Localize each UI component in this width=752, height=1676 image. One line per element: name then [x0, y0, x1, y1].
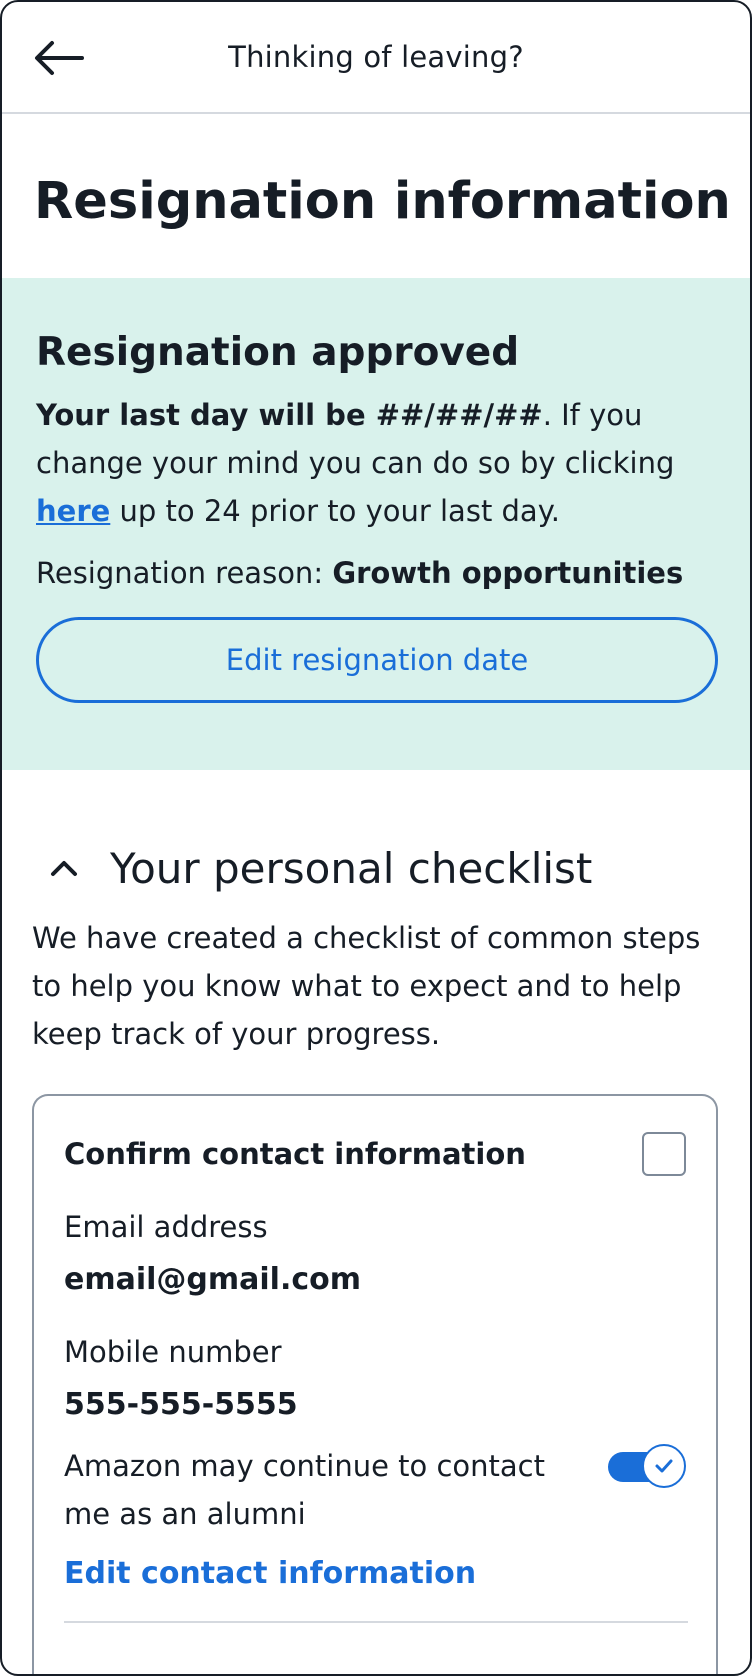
checklist-description: We have created a checklist of common st… — [32, 921, 701, 1051]
card-title: Confirm contact information — [64, 1137, 526, 1171]
mobile-label: Mobile number — [64, 1335, 282, 1369]
alumni-consent-row: Amazon may continue to contact me as an … — [64, 1442, 686, 1538]
reason-label: Resignation reason: — [36, 556, 333, 590]
email-value: email@gmail.com — [64, 1262, 362, 1297]
reason-value: Growth opportunities — [332, 556, 684, 590]
edit-contact-information-link[interactable]: Edit contact information — [64, 1556, 476, 1591]
confirm-contact-card: Confirm contact information Email addres… — [32, 1094, 718, 1674]
resignation-reason: Resignation reason: Growth opportunities — [36, 551, 716, 595]
alumni-contact-toggle[interactable] — [608, 1444, 686, 1488]
personal-checklist-section: Your personal checklist We have created … — [2, 770, 750, 1674]
checklist-title: Your personal checklist — [110, 843, 593, 893]
collapse-toggle[interactable] — [46, 850, 82, 886]
mobile-value: 555-555-5555 — [64, 1387, 298, 1422]
back-button[interactable] — [32, 38, 86, 78]
top-bar: Thinking of leaving? — [2, 2, 750, 114]
card-divider — [64, 1621, 688, 1623]
check-icon — [655, 1459, 673, 1473]
arrow-left-icon — [35, 41, 84, 75]
chevron-up-icon — [51, 861, 77, 876]
card-header-row: Confirm contact information — [64, 1132, 686, 1176]
checklist-header[interactable]: Your personal checklist — [2, 770, 750, 910]
page-title: Resignation information — [34, 172, 731, 231]
confirm-contact-checkbox[interactable] — [642, 1132, 686, 1176]
header-title: Thinking of leaving? — [228, 40, 524, 74]
resignation-approved-banner: Resignation approved Your last day will … — [2, 278, 750, 770]
edit-resignation-date-button[interactable]: Edit resignation date — [36, 617, 718, 703]
toggle-knob — [642, 1444, 686, 1488]
banner-heading: Resignation approved — [36, 330, 520, 375]
email-label: Email address — [64, 1210, 268, 1244]
alumni-consent-text: Amazon may continue to contact me as an … — [64, 1449, 545, 1531]
undo-resignation-link[interactable]: here — [36, 494, 110, 528]
app-frame: Thinking of leaving? Resignation informa… — [0, 0, 752, 1676]
banner-body-part2: up to 24 prior to your last day. — [110, 494, 560, 528]
last-day-text: Your last day will be ##/##/## — [36, 398, 543, 432]
banner-body: Your last day will be ##/##/##. If you c… — [36, 391, 716, 535]
